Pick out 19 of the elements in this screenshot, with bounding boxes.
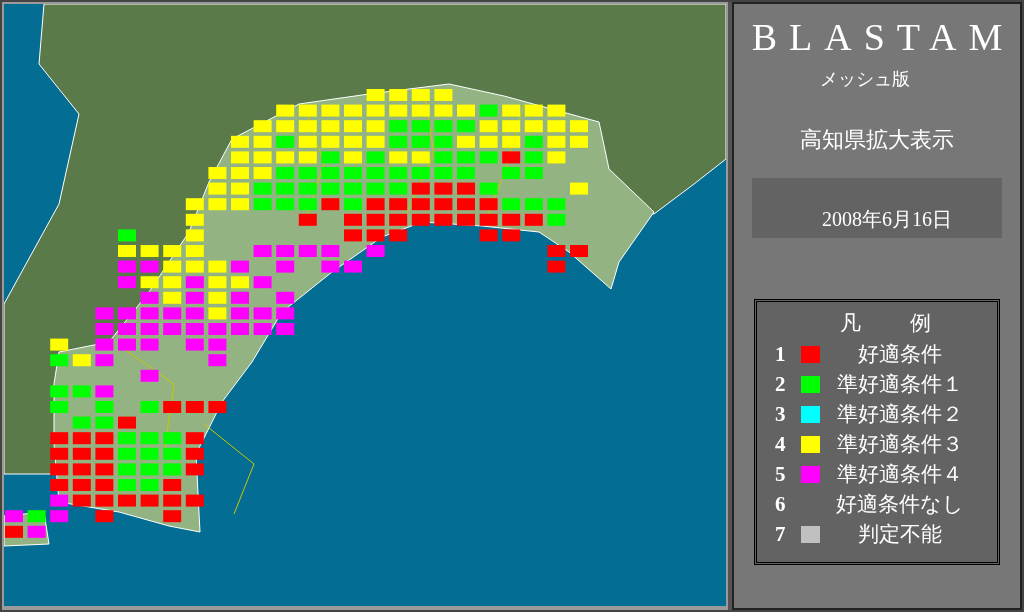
region-label: 高知県拡大表示	[800, 126, 954, 154]
app-title: BLASTAM	[750, 18, 1015, 56]
legend-title: 凡 例	[838, 310, 946, 337]
legend-number: 7	[775, 520, 787, 548]
legend-number: 6	[775, 490, 787, 518]
legend-label: 判定不能	[858, 520, 942, 548]
legend-number: 2	[775, 370, 787, 398]
subtitle: メッシュ版	[820, 68, 910, 91]
legend-label: 好適条件	[858, 340, 942, 368]
legend-number: 4	[775, 430, 787, 458]
date-text: 2008年6月16日	[822, 207, 952, 232]
legend-number: 1	[775, 340, 787, 368]
legend-number: 5	[775, 460, 787, 488]
legend-label: 好適条件なし	[836, 490, 964, 518]
legend-label: 準好適条件２	[837, 400, 963, 428]
legend-label: 準好適条件４	[837, 460, 963, 488]
legend-label: 準好適条件１	[837, 370, 963, 398]
legend-label: 準好適条件３	[837, 430, 963, 458]
legend-number: 3	[775, 400, 787, 428]
